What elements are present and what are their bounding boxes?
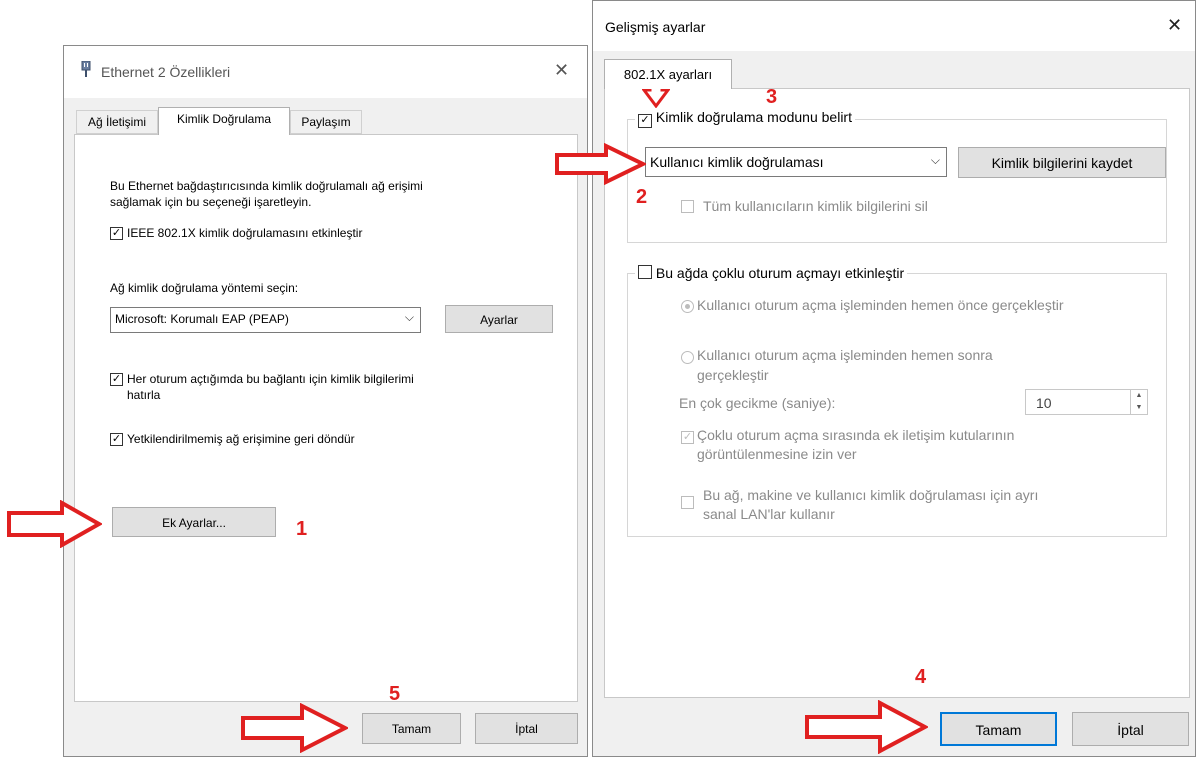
right-cancel-button-label: İptal — [1117, 722, 1144, 738]
annotation-arrow-4 — [805, 700, 928, 754]
tab-network[interactable]: Ağ İletişimi — [76, 110, 158, 134]
annotation-arrow-5 — [241, 703, 348, 753]
save-credentials-button-label: Kimlik bilgilerini kaydet — [991, 155, 1133, 171]
auth-mode-select[interactable]: Kullanıcı kimlik doğrulaması ⌵ — [645, 147, 947, 177]
remember-credentials-label-2: hatırla — [127, 388, 161, 402]
sso-legend: Bu ağda çoklu oturum açmayı etkinleştir — [635, 264, 908, 281]
chevron-down-icon: ⌵ — [930, 153, 940, 167]
additional-settings-button[interactable]: Ek Ayarlar... — [112, 507, 276, 537]
description-line2: sağlamak için bu seçeneği işaretleyin. — [110, 195, 312, 209]
right-ok-button[interactable]: Tamam — [940, 712, 1057, 746]
left-ok-button-label: Tamam — [391, 722, 432, 736]
left-dialog-title: Ethernet 2 Özellikleri — [101, 64, 231, 80]
annotation-number-1: 1 — [296, 518, 308, 540]
description-line1: Bu Ethernet bağdaştırıcısında kimlik doğ… — [110, 179, 423, 193]
radio-after-logon — [681, 351, 694, 364]
max-delay-value: 10 — [1036, 395, 1052, 411]
auth-mode-group — [627, 119, 1167, 243]
max-delay-spinner: 10 ▲ ▼ — [1025, 389, 1148, 415]
right-dialog-title: Gelişmiş ayarlar — [605, 19, 706, 35]
tab-sharing[interactable]: Paylaşım — [290, 110, 362, 134]
right-cancel-button[interactable]: İptal — [1072, 712, 1189, 746]
right-close-icon[interactable]: ✕ — [1167, 16, 1182, 34]
left-ok-button[interactable]: Tamam — [362, 713, 461, 744]
ethernet-adapter-icon — [80, 60, 92, 80]
auth-mode-legend: ✓ Kimlik doğrulama modunu belirt — [635, 109, 855, 128]
tab-sharing-label: Paylaşım — [301, 115, 351, 129]
right-titlebar: Gelişmiş ayarlar ✕ — [593, 1, 1195, 51]
remember-credentials-label-1: Her oturum açtığımda bu bağlantı için ki… — [127, 372, 414, 386]
sso-label: Bu ağda çoklu oturum açmayı etkinleştir — [655, 265, 905, 281]
tab-authentication-label: Kimlik Doğrulama — [176, 112, 272, 126]
radio-after-logon-label-1: Kullanıcı oturum açma işleminden hemen s… — [697, 347, 993, 363]
additional-settings-button-label: Ek Ayarlar... — [162, 516, 226, 530]
auth-method-select[interactable]: Microsoft: Korumalı EAP (PEAP) ⌵ — [110, 307, 421, 333]
tab-network-label: Ağ İletişimi — [87, 115, 146, 129]
specify-mode-checkbox[interactable]: ✓ — [638, 114, 652, 128]
allow-dialogs-label-1: Çoklu oturum açma sırasında ek iletişim … — [697, 427, 1015, 443]
left-cancel-button-label: İptal — [515, 722, 538, 736]
spinner-arrows-icon: ▲ ▼ — [1130, 390, 1147, 414]
auth-method-value: Microsoft: Korumalı EAP (PEAP) — [115, 312, 289, 326]
ieee-checkbox[interactable]: ✓ — [110, 227, 123, 240]
auth-mode-value: Kullanıcı kimlik doğrulaması — [650, 154, 824, 170]
fallback-label: Yetkilendirilmemiş ağ erişimine geri dön… — [127, 432, 355, 446]
left-close-icon[interactable]: ✕ — [554, 61, 569, 79]
annotation-number-5: 5 — [389, 683, 401, 705]
separate-vlan-checkbox — [681, 496, 694, 509]
separate-vlan-label-1: Bu ağ, makine ve kullanıcı kimlik doğrul… — [703, 487, 1039, 503]
annotation-number-2: 2 — [636, 186, 648, 208]
radio-after-logon-label-2: gerçekleştir — [697, 367, 769, 383]
sso-checkbox[interactable] — [638, 265, 652, 279]
remember-credentials-checkbox[interactable]: ✓ — [110, 373, 123, 386]
annotation-arrow-2 — [555, 143, 646, 185]
max-delay-label: En çok gecikme (saniye): — [679, 395, 836, 411]
method-label: Ağ kimlik doğrulama yöntemi seçin: — [110, 281, 299, 295]
chevron-down-icon: ⌵ — [404, 310, 414, 324]
annotation-arrow-1 — [7, 500, 102, 548]
tab-authentication[interactable]: Kimlik Doğrulama — [158, 107, 290, 135]
radio-before-logon-label: Kullanıcı oturum açma işleminden hemen ö… — [697, 297, 1064, 313]
left-cancel-button[interactable]: İptal — [475, 713, 578, 744]
annotation-number-4: 4 — [915, 666, 927, 688]
allow-dialogs-label-2: görüntülenmesine izin ver — [697, 446, 857, 462]
advanced-settings-dialog: Gelişmiş ayarlar ✕ 802.1X ayarları ✓ Kim… — [592, 0, 1196, 757]
ethernet-properties-dialog: Ethernet 2 Özellikleri ✕ Ağ İletişimi Ki… — [63, 45, 588, 757]
specify-mode-label: Kimlik doğrulama modunu belirt — [655, 109, 852, 125]
tab-8021x-settings[interactable]: 802.1X ayarları — [604, 59, 732, 89]
left-titlebar: Ethernet 2 Özellikleri ✕ — [64, 46, 587, 98]
tab-8021x-settings-label: 802.1X ayarları — [623, 67, 713, 82]
annotation-number-3: 3 — [766, 86, 778, 108]
delete-credentials-label: Tüm kullanıcıların kimlik bilgilerini si… — [703, 198, 928, 214]
separate-vlan-label-2: sanal LAN'lar kullanır — [703, 506, 835, 522]
allow-dialogs-checkbox: ✓ — [681, 431, 694, 444]
right-ok-button-label: Tamam — [975, 722, 1022, 738]
save-credentials-button[interactable]: Kimlik bilgilerini kaydet — [958, 147, 1166, 178]
authentication-panel: Bu Ethernet bağdaştırıcısında kimlik doğ… — [74, 134, 578, 702]
ieee-checkbox-label: IEEE 802.1X kimlik doğrulamasını etkinle… — [127, 226, 363, 240]
8021x-settings-panel: ✓ Kimlik doğrulama modunu belirt Kullanı… — [604, 88, 1190, 698]
settings-button[interactable]: Ayarlar — [445, 305, 553, 333]
fallback-checkbox[interactable]: ✓ — [110, 433, 123, 446]
radio-before-logon — [681, 300, 694, 313]
settings-button-label: Ayarlar — [480, 313, 518, 327]
delete-credentials-checkbox — [681, 200, 694, 213]
